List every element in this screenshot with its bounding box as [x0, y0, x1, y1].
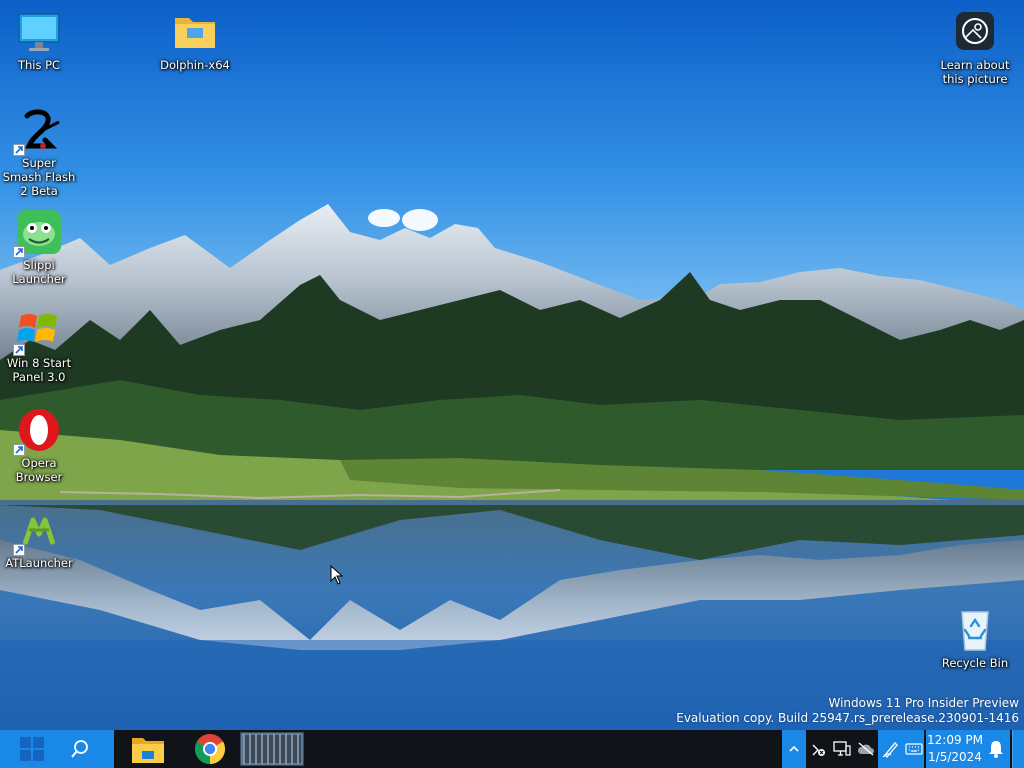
show-desktop-button[interactable] — [1012, 730, 1024, 768]
desktop-icon-label: Dolphin-x64 — [160, 58, 230, 72]
start-search-area — [0, 730, 114, 768]
show-hidden-icons-button[interactable] — [782, 730, 806, 768]
desktop-icon-label: Opera Browser — [15, 456, 63, 484]
watermark-build: Evaluation copy. Build 25947.rs_prerelea… — [676, 711, 1019, 725]
taskbar-file-explorer[interactable] — [124, 730, 172, 768]
desktop-icon-label: ATLauncher — [5, 556, 73, 570]
chevron-up-icon — [789, 745, 799, 752]
start-button[interactable] — [8, 730, 56, 768]
desktop-icon-label: Win 8 Start Panel 3.0 — [6, 356, 72, 384]
search-button[interactable] — [58, 730, 102, 768]
search-icon — [71, 740, 88, 758]
windows-logo-icon — [13, 306, 63, 356]
watermark-edition: Windows 11 Pro Insider Preview — [828, 696, 1019, 710]
desktop-icon-label: This PC — [17, 58, 61, 72]
desktop-icon-label: Learn about this picture — [940, 58, 1010, 86]
taskbar-chrome[interactable] — [186, 730, 234, 768]
taskbar-window-thumbnail[interactable] — [238, 730, 306, 768]
desktop-icon-slippi[interactable]: Slippi Launcher — [1, 208, 77, 286]
tray-onedrive[interactable] — [856, 730, 876, 768]
pen-icon — [882, 742, 898, 758]
keyboard-icon — [905, 743, 923, 755]
build-watermark: Windows 11 Pro Insider Preview Evaluatio… — [676, 696, 1019, 726]
recycle-bin-icon — [951, 606, 999, 654]
desktop-icon-label: Slippi Launcher — [12, 258, 66, 286]
cloud-offline-icon — [857, 742, 874, 756]
clock-time: 12:09 PM — [927, 733, 983, 747]
desktop-icon-dolphin[interactable]: Dolphin-x64 — [157, 8, 233, 72]
taskbar-clock[interactable]: 12:09 PM 1/5/2024 — [926, 730, 984, 768]
network-display-icon — [833, 741, 851, 756]
desktop-icon-ssf2[interactable]: Super Smash Flash 2 Beta — [1, 106, 77, 198]
shortcut-arrow-icon — [13, 144, 25, 156]
slippi-icon — [13, 208, 63, 258]
shortcut-arrow-icon — [13, 544, 25, 556]
ssf2-icon — [13, 106, 63, 156]
bell-icon — [989, 741, 1003, 758]
chrome-icon — [194, 734, 226, 764]
desktop-icon-win8-start-panel[interactable]: Win 8 Start Panel 3.0 — [1, 306, 77, 384]
window-thumbnail-icon — [240, 732, 304, 766]
atlauncher-icon — [13, 506, 63, 556]
camera-info-icon — [951, 8, 999, 56]
tray-pen[interactable] — [880, 730, 902, 768]
tray-usb-error[interactable] — [808, 730, 828, 768]
desktop-icon-label: Super Smash Flash 2 Beta — [2, 156, 76, 198]
desktop-icon-recycle-bin[interactable]: Recycle Bin — [937, 606, 1013, 670]
file-explorer-icon — [132, 738, 164, 763]
folder-icon — [171, 8, 219, 56]
tray-network[interactable] — [832, 730, 852, 768]
opera-icon — [13, 406, 63, 456]
taskbar: 12:09 PM 1/5/2024 — [0, 730, 1024, 768]
clock-date: 1/5/2024 — [928, 750, 982, 764]
shortcut-arrow-icon — [13, 246, 25, 258]
tray-touch-keyboard[interactable] — [904, 730, 924, 768]
mouse-cursor — [330, 565, 344, 585]
desktop-icon-label: Recycle Bin — [941, 656, 1009, 670]
desktop-wallpaper — [0, 0, 1024, 730]
usb-error-icon — [812, 744, 825, 756]
desktop-icon-atlauncher[interactable]: ATLauncher — [1, 506, 77, 570]
desktop-icon-opera[interactable]: Opera Browser — [1, 406, 77, 484]
windows-start-icon — [20, 737, 44, 761]
desktop-icon-learn-about-picture[interactable]: Learn about this picture — [937, 8, 1013, 86]
shortcut-arrow-icon — [13, 344, 25, 356]
desktop-icon-this-pc[interactable]: This PC — [1, 8, 77, 72]
shortcut-arrow-icon — [13, 444, 25, 456]
computer-icon — [15, 8, 63, 56]
notifications-button[interactable] — [982, 730, 1010, 768]
